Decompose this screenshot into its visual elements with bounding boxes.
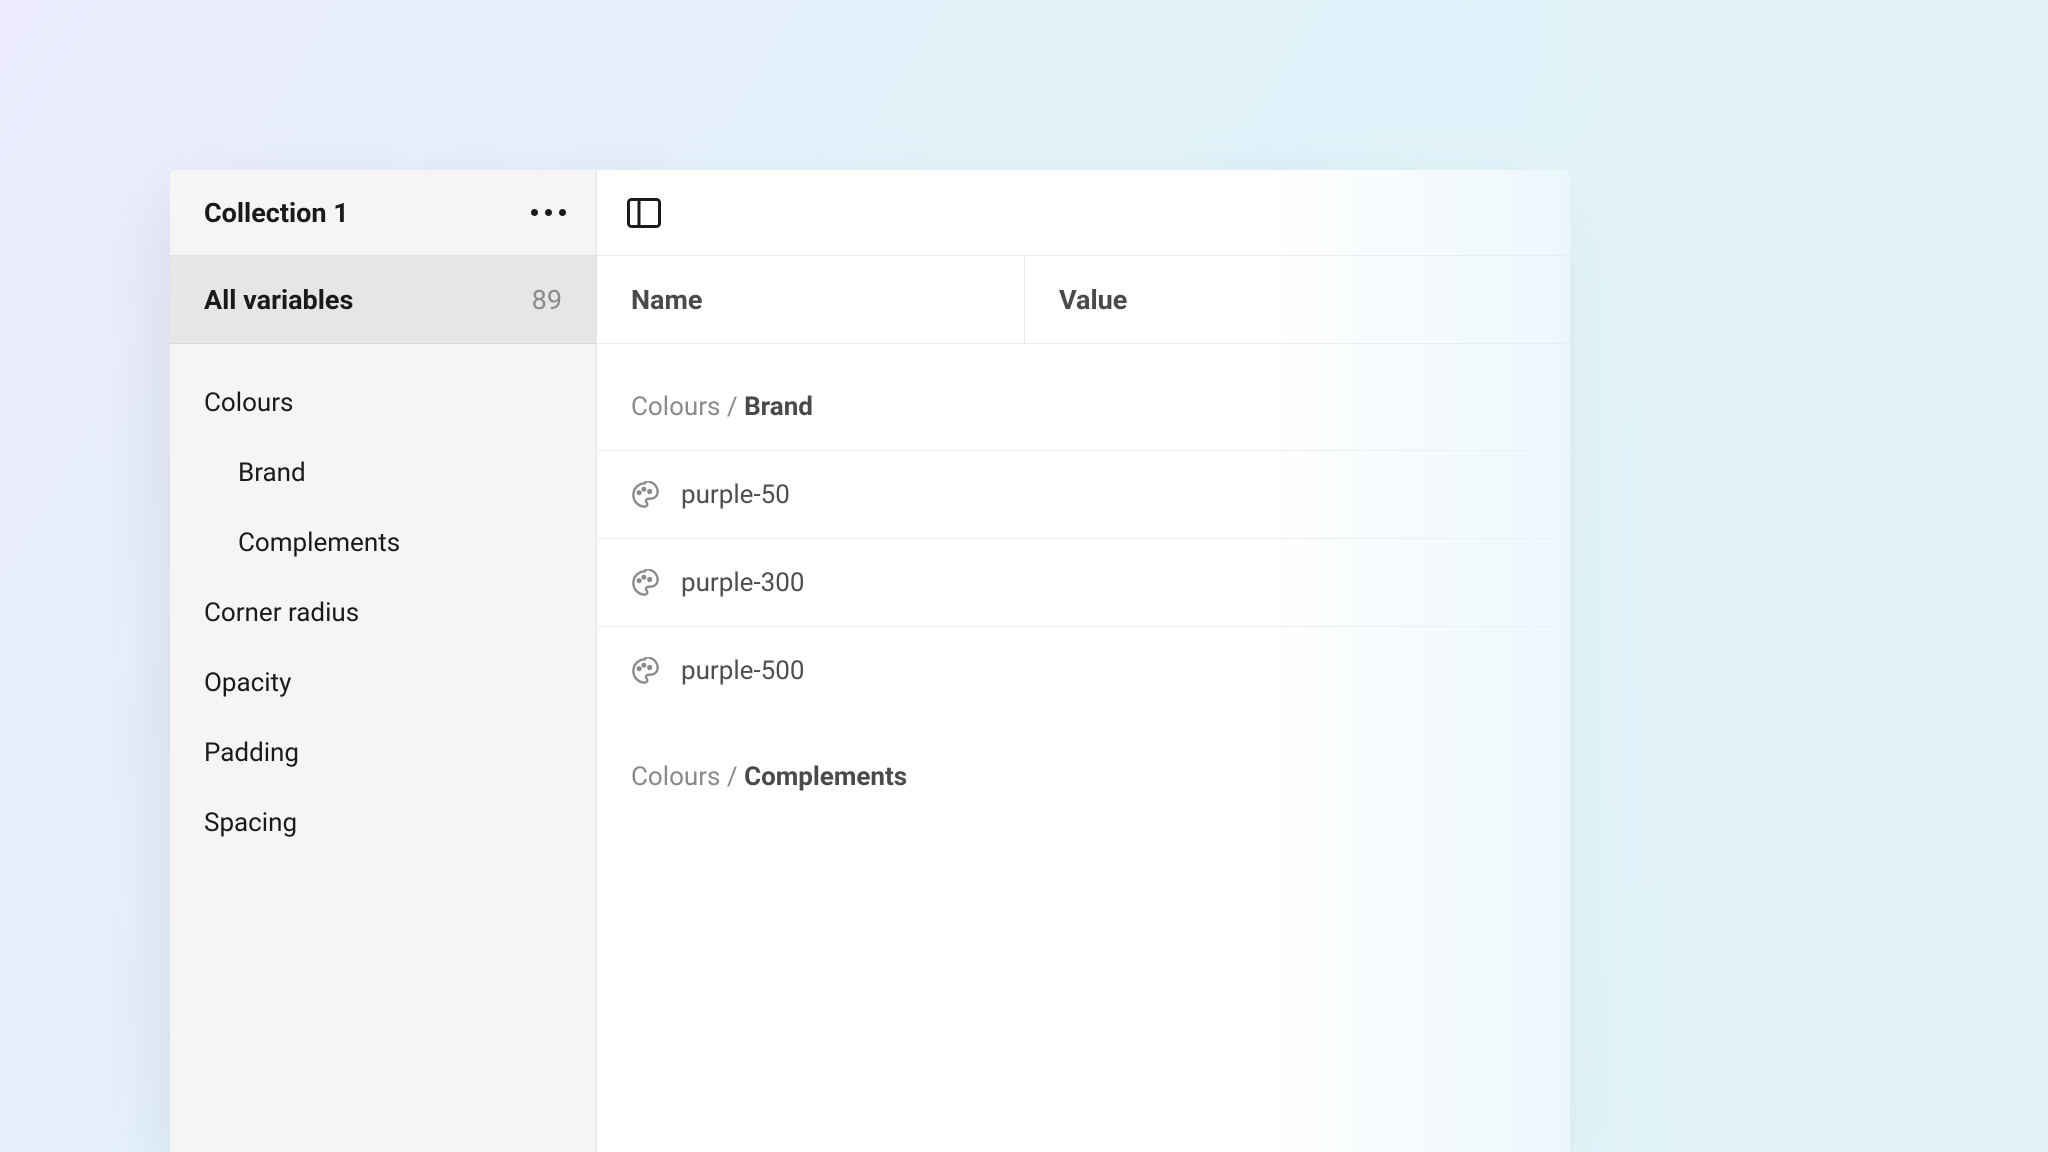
group-path: Colours / — [631, 762, 744, 792]
palette-icon — [631, 481, 659, 509]
group-header-complements: Colours / Complements — [597, 714, 1570, 820]
sidebar-item-opacity[interactable]: Opacity — [170, 648, 596, 718]
variable-name: purple-500 — [681, 656, 804, 686]
sidebar-nav: Colours Brand Complements Corner radius … — [170, 344, 596, 858]
variable-name: purple-300 — [681, 568, 804, 598]
sidebar-item-spacing[interactable]: Spacing — [170, 788, 596, 858]
sidebar: Collection 1 All variables 89 Colours Br… — [170, 170, 597, 1152]
group-name: Brand — [744, 392, 813, 422]
main-toolbar — [597, 170, 1570, 256]
group-name: Complements — [744, 762, 907, 792]
palette-icon — [631, 569, 659, 597]
group-header-brand: Colours / Brand — [597, 344, 1570, 450]
all-variables-label: All variables — [204, 284, 353, 316]
more-icon[interactable] — [531, 209, 566, 216]
sidebar-header: Collection 1 — [170, 170, 596, 256]
sidebar-item-corner-radius[interactable]: Corner radius — [170, 578, 596, 648]
variable-name: purple-50 — [681, 480, 790, 510]
all-variables-count: 89 — [532, 284, 562, 316]
sidebar-item-padding[interactable]: Padding — [170, 718, 596, 788]
variable-row[interactable]: purple-500 — [597, 626, 1570, 714]
column-value-header: Value — [1025, 284, 1127, 316]
sidebar-item-colours[interactable]: Colours — [170, 368, 596, 438]
variable-row[interactable]: purple-50 — [597, 450, 1570, 538]
variable-row[interactable]: purple-300 — [597, 538, 1570, 626]
sidebar-item-all-variables[interactable]: All variables 89 — [170, 256, 596, 344]
main-area: Name Value Colours / Brand purple-50 — [597, 170, 1570, 1152]
column-name-header: Name — [597, 256, 1025, 343]
variables-panel: Collection 1 All variables 89 Colours Br… — [170, 170, 1570, 1152]
sidebar-item-complements[interactable]: Complements — [170, 508, 596, 578]
sidebar-toggle-icon[interactable] — [627, 198, 661, 228]
columns-header: Name Value — [597, 256, 1570, 344]
collection-title: Collection 1 — [204, 197, 349, 229]
group-path: Colours / — [631, 392, 744, 422]
palette-icon — [631, 657, 659, 685]
sidebar-item-brand[interactable]: Brand — [170, 438, 596, 508]
